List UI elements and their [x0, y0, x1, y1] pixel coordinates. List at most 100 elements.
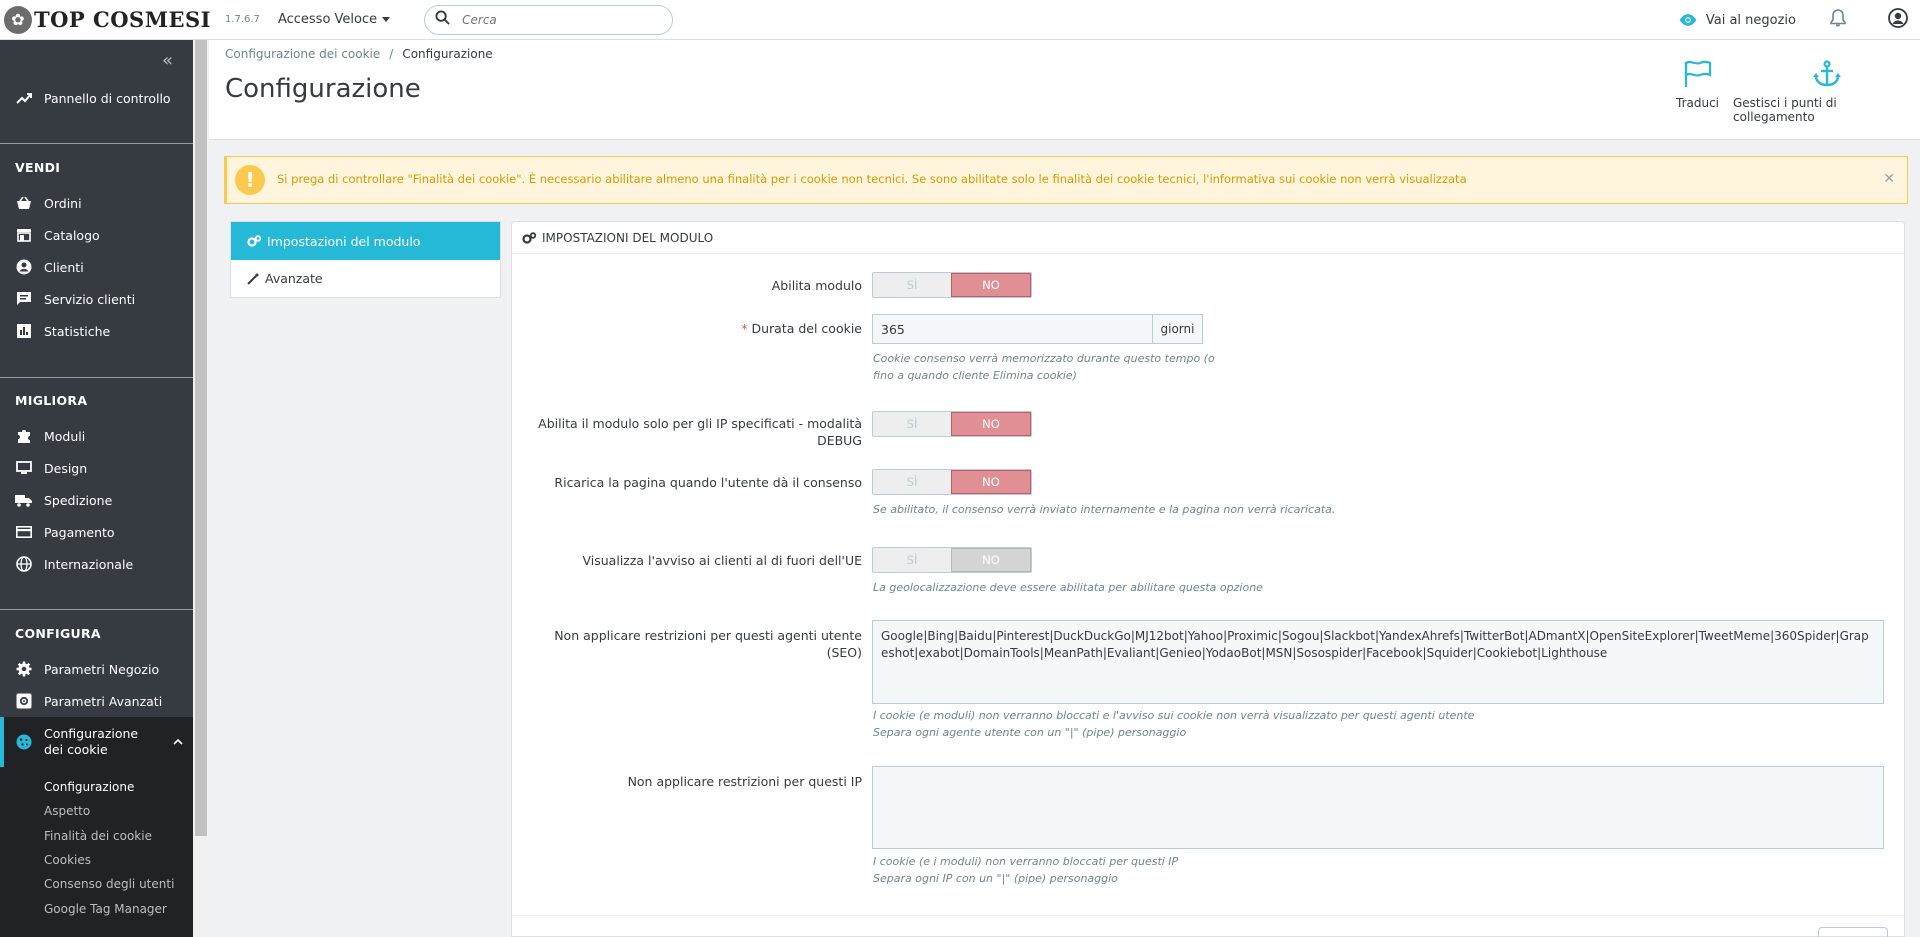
- sidebar-item-label: Pagamento: [44, 524, 115, 540]
- submenu-item-google-tag-manager[interactable]: Google Tag Manager: [44, 902, 167, 916]
- submenu-item-configuration[interactable]: Configurazione: [44, 780, 134, 794]
- enable-module-label: Abilita modulo: [771, 278, 862, 293]
- module-settings-panel: Impostazioni del modulo Abilita modulo S…: [511, 221, 1905, 937]
- ips-textarea[interactable]: [872, 766, 1884, 849]
- sidebar-item-international[interactable]: Internazionale: [0, 551, 193, 577]
- sidebar-scrollbar-thumb[interactable]: [195, 40, 207, 836]
- trending-up-icon: [15, 90, 32, 107]
- switch-yes[interactable]: SÌ: [873, 273, 951, 297]
- debug-ip-label: Abilita il modulo solo per gli IP specif…: [538, 415, 862, 449]
- close-icon[interactable]: ✕: [1883, 171, 1895, 187]
- label-line: DEBUG: [817, 433, 862, 448]
- switch-no: NO: [951, 548, 1031, 572]
- eye-icon: [1679, 14, 1697, 26]
- panel-title: Impostazioni del modulo: [542, 230, 714, 245]
- cogs-icon: [247, 235, 262, 247]
- sidebar-item-label: Catalogo: [44, 227, 100, 243]
- sidebar-item-shop-parameters[interactable]: Parametri Negozio: [0, 656, 193, 682]
- store-logo[interactable]: ✿ TOP COSMESI: [0, 0, 211, 40]
- account-circle-icon: [15, 259, 32, 276]
- sidebar-divider: [0, 143, 193, 144]
- basket-icon: [15, 195, 32, 212]
- sidebar-item-payment[interactable]: Pagamento: [0, 519, 193, 545]
- manage-hooks-button[interactable]: Gestisci i punti di collegamento: [1733, 60, 1920, 124]
- submenu-item-cookie-purposes[interactable]: Finalità dei cookie: [44, 829, 152, 843]
- sidebar-item-catalog[interactable]: Catalogo: [0, 222, 193, 248]
- truck-icon: [15, 492, 32, 509]
- switch-no[interactable]: NO: [951, 470, 1031, 494]
- chat-icon: [15, 291, 32, 308]
- cookie-duration-input[interactable]: [873, 315, 1152, 343]
- top-header: ✿ TOP COSMESI 1.7.6.7 Accesso Veloce Vai…: [0, 0, 1920, 40]
- reload-page-switch[interactable]: SÌ NO: [872, 469, 1032, 495]
- visit-store-link[interactable]: Vai al negozio: [1678, 13, 1796, 28]
- submenu-item-appearance[interactable]: Aspetto: [44, 804, 90, 818]
- cookie-duration-help: Cookie consenso verrà memorizzato durant…: [873, 350, 1215, 384]
- credit-card-icon: [15, 524, 32, 541]
- enable-module-switch[interactable]: SÌ NO: [872, 272, 1032, 298]
- save-button[interactable]: [1818, 927, 1888, 937]
- sidebar-item-label: Parametri Avanzati: [44, 693, 163, 709]
- sidebar-item-cookie-config[interactable]: Configurazione dei cookie: [0, 724, 193, 760]
- tab-label: Avanzate: [265, 271, 323, 286]
- page-title: Configurazione: [225, 74, 421, 104]
- search-box[interactable]: [424, 4, 674, 35]
- cookie-icon: [15, 734, 32, 751]
- page-header: Configurazione dei cookie / Configurazione…: [209, 40, 1920, 140]
- collapse-sidebar-icon[interactable]: «: [162, 50, 173, 71]
- translate-button[interactable]: Traduci: [1676, 60, 1719, 110]
- non-eu-notice-label: Visualizza l'avviso ai clienti al di fuo…: [582, 553, 863, 568]
- submenu-item-cookies[interactable]: Cookies: [44, 853, 91, 867]
- sidebar: « Pannello di controllo VENDI Ordini Cat…: [0, 40, 193, 937]
- help-line: fino a quando cliente Elimina cookie): [873, 369, 1077, 382]
- user-agents-textarea[interactable]: Google|Bing|Baidu|Pinterest|DuckDuckGo|M…: [872, 620, 1884, 704]
- switch-yes[interactable]: SÌ: [873, 470, 951, 494]
- logo-text: TOP COSMESI: [34, 7, 211, 32]
- switch-yes[interactable]: SÌ: [873, 412, 951, 436]
- alert-message: Si prega di controllare "Finalità dei co…: [277, 172, 1467, 186]
- sidebar-divider: [0, 377, 193, 378]
- non-eu-notice-help: La geolocalizzazione deve essere abilita…: [873, 581, 1263, 594]
- cookie-duration-group: giorni: [872, 314, 1203, 344]
- sidebar-item-stats[interactable]: Statistiche: [0, 318, 193, 344]
- submenu-item-user-consent[interactable]: Consenso degli utenti: [44, 877, 174, 891]
- help-line: I cookie (e moduli) non verranno bloccat…: [873, 709, 1475, 722]
- search-icon[interactable]: [435, 10, 450, 29]
- cookie-duration-unit: giorni: [1152, 315, 1202, 343]
- breadcrumb-link[interactable]: Configurazione dei cookie: [225, 47, 380, 61]
- sidebar-item-orders[interactable]: Ordini: [0, 190, 193, 216]
- switch-no[interactable]: NO: [951, 412, 1031, 436]
- reload-page-label: Ricarica la pagina quando l'utente dà il…: [554, 475, 862, 490]
- search-input[interactable]: [462, 12, 643, 27]
- section-title-configura: CONFIGURA: [15, 626, 101, 641]
- panel-header: Impostazioni del modulo: [512, 222, 1904, 254]
- reload-page-help: Se abilitato, il consenso verrà inviato …: [873, 503, 1336, 516]
- globe-icon: [15, 556, 32, 573]
- sidebar-item-customers[interactable]: Clienti: [0, 254, 193, 280]
- debug-ip-switch[interactable]: SÌ NO: [872, 411, 1032, 437]
- magic-wand-icon: [247, 272, 260, 285]
- cogs-icon: [522, 231, 537, 244]
- breadcrumb-current: Configurazione: [402, 47, 493, 61]
- sidebar-item-dashboard[interactable]: Pannello di controllo: [0, 85, 193, 111]
- help-line: Separa ogni agente utente con un "|" (pi…: [873, 726, 1187, 739]
- quick-access-label: Accesso Veloce: [277, 12, 378, 27]
- bell-icon[interactable]: [1830, 9, 1846, 31]
- anchor-icon: [1812, 60, 1841, 87]
- label-line: Non applicare restrizioni per questi age…: [554, 628, 862, 643]
- tab-advanced[interactable]: Avanzate: [231, 260, 500, 297]
- panel-footer-divider: [512, 915, 1904, 916]
- sidebar-item-shipping[interactable]: Spedizione: [0, 487, 193, 513]
- quick-access-dropdown[interactable]: Accesso Veloce: [277, 12, 391, 27]
- sidebar-item-advanced-parameters[interactable]: Parametri Avanzati: [0, 688, 193, 714]
- user-agents-label: Non applicare restrizioni per questi age…: [554, 627, 862, 661]
- section-title-migliora: MIGLIORA: [15, 393, 88, 408]
- sidebar-item-customer-service[interactable]: Servizio clienti: [0, 286, 193, 312]
- sidebar-item-design[interactable]: Design: [0, 455, 193, 481]
- tab-module-settings[interactable]: Impostazioni del modulo: [231, 222, 500, 260]
- sidebar-item-modules[interactable]: Moduli: [0, 423, 193, 449]
- bar-chart-icon: [15, 323, 32, 340]
- user-avatar-icon[interactable]: [1888, 8, 1908, 32]
- switch-no[interactable]: NO: [951, 273, 1031, 297]
- manage-hooks-label: Gestisci i punti di collegamento: [1733, 96, 1837, 124]
